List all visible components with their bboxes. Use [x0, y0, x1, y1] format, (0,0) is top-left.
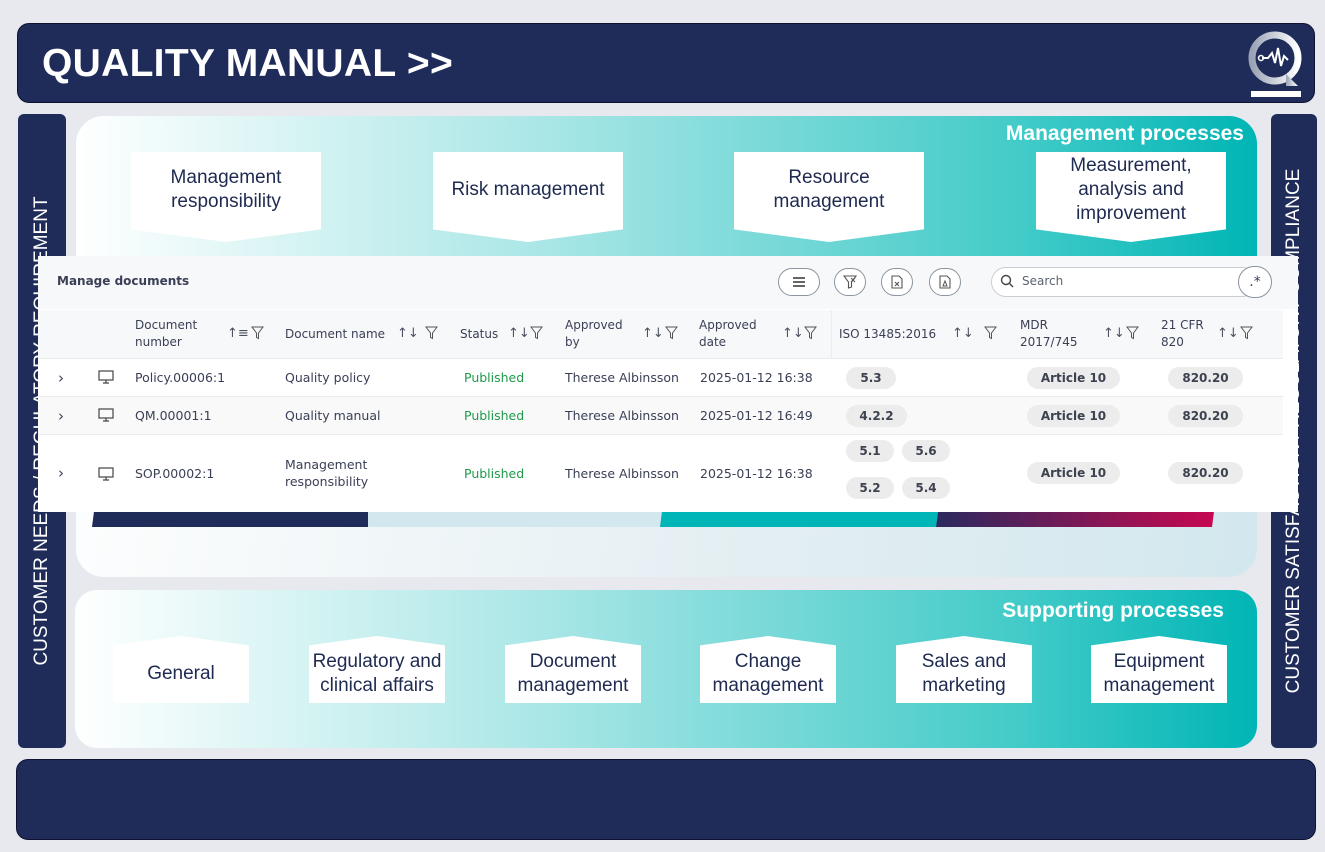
mdr-chip: Article 10: [1027, 367, 1120, 389]
col-approved-by[interactable]: Approved by: [565, 310, 635, 358]
filter-icon[interactable]: [1126, 326, 1139, 340]
column-divider: [831, 310, 832, 358]
table-row[interactable]: › SOP.00002:1 Management responsibility …: [38, 435, 1283, 511]
iso-chip: 4.2.2: [846, 405, 907, 427]
col-status[interactable]: Status: [460, 310, 510, 358]
iso-chip: 5.6: [902, 440, 950, 462]
menu-button[interactable]: [778, 268, 820, 296]
cfr-chip: 820.20: [1168, 405, 1243, 427]
export-excel-icon: [891, 275, 903, 289]
search-icon: [1000, 274, 1014, 288]
table-header: Document number ↑≡ Document name ↑↓ Stat…: [38, 310, 1283, 359]
col-approved-date[interactable]: Approved date: [699, 310, 769, 358]
table-row[interactable]: › Policy.00006:1 Quality policy Publishe…: [38, 359, 1283, 397]
documents-title: Manage documents: [57, 274, 190, 288]
approved-date: 2025-01-12 16:38: [700, 465, 813, 481]
cfr-chip: 820.20: [1168, 462, 1243, 484]
status-badge: Published: [464, 370, 525, 385]
process-risk-management[interactable]: Risk management: [433, 152, 623, 242]
export-excel-button[interactable]: [881, 268, 913, 296]
process-regulatory-clinical[interactable]: Regulatory and clinical affairs: [309, 636, 445, 703]
process-document-management[interactable]: Document management: [505, 636, 641, 703]
filter-icon[interactable]: [984, 326, 997, 340]
filter-icon[interactable]: [804, 326, 817, 340]
sort-icon[interactable]: ↑↓: [1217, 326, 1239, 341]
filter-icon[interactable]: [425, 326, 438, 340]
search-input[interactable]: [1020, 273, 1224, 289]
clear-filter-icon: [843, 275, 857, 289]
document-number[interactable]: SOP.00002:1: [135, 435, 214, 511]
col-iso-13485[interactable]: ISO 13485:2016: [839, 310, 959, 358]
supporting-processes-label: Supporting processes: [1002, 599, 1224, 622]
document-name: Quality policy: [285, 370, 371, 385]
quality-logo-icon: [1248, 31, 1302, 97]
sort-icon[interactable]: ↑↓: [642, 326, 664, 341]
supporting-processes-panel: Supporting processes General Regulatory …: [75, 590, 1257, 748]
iso-chip: 5.3: [846, 367, 896, 389]
regex-toggle-button[interactable]: .*: [1238, 266, 1272, 298]
monitor-icon: [98, 467, 114, 481]
mdr-chip: Article 10: [1027, 462, 1120, 484]
process-resource-management[interactable]: Resource management: [734, 152, 924, 242]
approved-date: 2025-01-12 16:49: [700, 408, 813, 423]
iso-chip: 5.2: [846, 477, 894, 499]
mdr-chip: Article 10: [1027, 405, 1120, 427]
approved-by: Therese Albinsson: [565, 408, 679, 423]
export-pdf-icon: [939, 275, 951, 289]
management-processes-label: Management processes: [1005, 122, 1244, 145]
expand-chevron-icon[interactable]: ›: [58, 359, 64, 396]
header-bar: QUALITY MANUAL >>: [17, 23, 1315, 103]
approved-by: Therese Albinsson: [565, 370, 679, 385]
status-badge: Published: [464, 408, 525, 423]
filter-icon[interactable]: [530, 326, 543, 340]
footer-bar: [16, 759, 1316, 840]
document-number[interactable]: QM.00001:1: [135, 397, 212, 434]
expand-chevron-icon[interactable]: ›: [58, 397, 64, 434]
iso-chip: 5.1: [846, 440, 894, 462]
sort-icon[interactable]: ↑↓: [782, 326, 804, 341]
filter-icon[interactable]: [1240, 326, 1253, 340]
status-badge: Published: [464, 465, 525, 481]
process-equipment-management[interactable]: Equipment management: [1091, 636, 1227, 703]
documents-toolbar: Manage documents .*: [38, 256, 1298, 309]
document-number[interactable]: Policy.00006:1: [135, 359, 225, 396]
sort-ascending-icon[interactable]: ↑≡: [227, 326, 249, 341]
document-name: Management responsibility: [285, 457, 369, 489]
sort-icon[interactable]: ↑↓: [397, 326, 419, 341]
col-document-number[interactable]: Document number: [135, 310, 215, 358]
document-name: Quality manual: [285, 408, 381, 423]
menu-icon: [793, 277, 805, 287]
process-change-management[interactable]: Change management: [700, 636, 836, 703]
approved-date: 2025-01-12 16:38: [700, 370, 813, 385]
process-management-responsibility[interactable]: Management responsibility: [131, 152, 321, 242]
table-row[interactable]: › QM.00001:1 Quality manual Published Th…: [38, 397, 1283, 435]
col-21cfr-820[interactable]: 21 CFR 820: [1161, 310, 1211, 358]
sort-icon[interactable]: ↑↓: [952, 326, 974, 341]
process-general[interactable]: General: [113, 636, 249, 703]
search-box: [991, 267, 1257, 297]
process-measurement-analysis[interactable]: Measurement, analysis and improvement: [1036, 152, 1226, 242]
cfr-chip: 820.20: [1168, 367, 1243, 389]
manage-documents-panel: Manage documents .* Document number ↑≡ D…: [38, 256, 1298, 512]
sort-icon[interactable]: ↑↓: [1103, 326, 1125, 341]
monitor-icon: [98, 370, 114, 384]
col-document-name[interactable]: Document name: [285, 310, 395, 358]
approved-by: Therese Albinsson: [565, 465, 679, 481]
sort-icon[interactable]: ↑↓: [508, 326, 530, 341]
filter-icon[interactable]: [251, 326, 264, 340]
page-title[interactable]: QUALITY MANUAL >>: [42, 42, 453, 86]
export-pdf-button[interactable]: [929, 268, 961, 296]
process-sales-marketing[interactable]: Sales and marketing: [896, 636, 1032, 703]
monitor-icon: [98, 408, 114, 422]
col-mdr[interactable]: MDR 2017/745: [1020, 310, 1090, 358]
expand-chevron-icon[interactable]: ›: [58, 435, 64, 511]
clear-filter-button[interactable]: [834, 268, 866, 296]
filter-icon[interactable]: [665, 326, 678, 340]
iso-chip: 5.4: [902, 477, 950, 499]
